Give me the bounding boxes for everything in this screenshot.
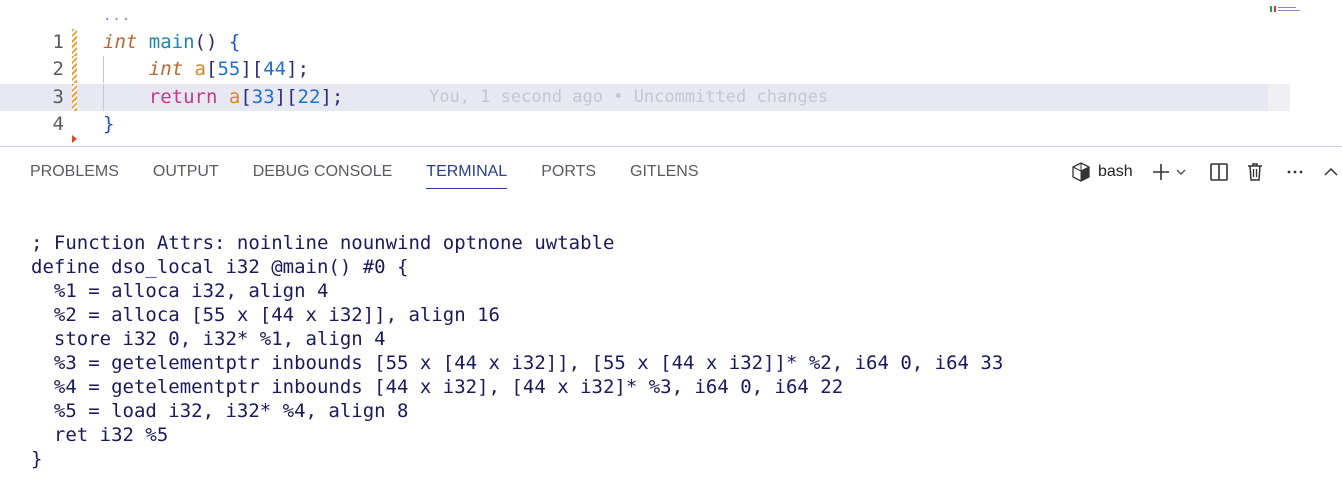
more-actions-button[interactable] bbox=[1285, 162, 1305, 182]
shell-name: bash bbox=[1098, 163, 1133, 180]
code-line[interactable]: 2 int a[55][44]; bbox=[0, 56, 1290, 83]
git-change-marker[interactable] bbox=[72, 84, 77, 111]
code-token: ][ bbox=[274, 86, 298, 108]
code-token: int bbox=[103, 31, 138, 53]
code-token: int bbox=[148, 58, 184, 80]
code-line-text: int a[55][44]; bbox=[103, 56, 309, 83]
code-token: ]; bbox=[286, 58, 310, 80]
terminal-output[interactable]: ; Function Attrs: noinline nounwind optn… bbox=[31, 231, 1003, 471]
minimap-added-mark bbox=[1270, 6, 1272, 12]
code-line[interactable]: 1 int main() { bbox=[0, 29, 1290, 56]
git-change-marker[interactable] bbox=[72, 56, 77, 83]
code-token: ][ bbox=[240, 58, 264, 80]
kill-terminal-button[interactable] bbox=[1245, 162, 1265, 182]
trash-icon bbox=[1245, 162, 1265, 182]
current-line-overview-band bbox=[1268, 84, 1290, 111]
split-terminal-button[interactable] bbox=[1209, 162, 1229, 182]
line-number: 2 bbox=[52, 58, 64, 80]
line-number: 4 bbox=[52, 113, 64, 135]
error-marker-icon[interactable] bbox=[72, 135, 77, 143]
bottom-panel: PROBLEMS OUTPUT DEBUG CONSOLE TERMINAL P… bbox=[0, 147, 1342, 480]
git-change-marker[interactable] bbox=[72, 29, 77, 56]
code-token: [ bbox=[240, 86, 252, 108]
minimap[interactable] bbox=[1268, 6, 1302, 16]
shell-selector-button[interactable]: bash bbox=[1070, 161, 1133, 183]
panel-tabs: PROBLEMS OUTPUT DEBUG CONSOLE TERMINAL P… bbox=[30, 147, 733, 197]
code-token: main bbox=[148, 31, 195, 53]
code-token: ]; bbox=[320, 86, 344, 108]
tab-gitlens[interactable]: GITLENS bbox=[630, 147, 698, 197]
tab-debug-console[interactable]: DEBUG CONSOLE bbox=[253, 147, 393, 197]
tab-terminal[interactable]: TERMINAL bbox=[426, 147, 507, 197]
code-token: 44 bbox=[263, 58, 287, 80]
chevron-up-icon bbox=[1323, 164, 1339, 180]
code-line-text: int main() { bbox=[103, 29, 240, 56]
line-number: 1 bbox=[52, 31, 64, 53]
code-token: return bbox=[148, 86, 218, 108]
terminal-toolbar: bash bbox=[1070, 147, 1339, 197]
chevron-down-icon bbox=[1175, 166, 1187, 178]
code-line[interactable]: 4 } bbox=[0, 111, 1290, 138]
current-code-line[interactable]: 3 return a[33][22]; You, 1 second ago • … bbox=[0, 84, 1290, 111]
code-token: a bbox=[228, 86, 241, 108]
terminal-icon bbox=[1070, 161, 1092, 183]
tab-problems[interactable]: PROBLEMS bbox=[30, 147, 119, 197]
code-token: 55 bbox=[217, 58, 241, 80]
code-editor[interactable]: ... 1 int main() { 2 int a[55][44]; 3 re… bbox=[0, 0, 1342, 146]
minimap-modified-mark bbox=[1274, 6, 1276, 12]
line-number: 3 bbox=[52, 86, 64, 108]
inline-blame-annotation[interactable]: You, 1 second ago • Uncommitted changes bbox=[429, 84, 828, 111]
code-token: 33 bbox=[251, 86, 275, 108]
tab-output[interactable]: OUTPUT bbox=[153, 147, 219, 197]
terminal-profile-dropdown[interactable] bbox=[1175, 166, 1187, 178]
plus-icon bbox=[1151, 162, 1171, 182]
minimap-line bbox=[1278, 10, 1300, 11]
code-line-text: return a[33][22]; bbox=[103, 84, 344, 111]
maximize-panel-button[interactable] bbox=[1323, 164, 1339, 180]
folded-region-ellipsis[interactable]: ... bbox=[103, 8, 131, 24]
code-token: [ bbox=[206, 58, 218, 80]
code-token: () bbox=[194, 31, 218, 53]
minimap-line bbox=[1278, 7, 1296, 8]
new-terminal-button[interactable] bbox=[1151, 162, 1171, 182]
code-token: 22 bbox=[297, 86, 321, 108]
code-token: a bbox=[194, 58, 206, 80]
tab-ports[interactable]: PORTS bbox=[541, 147, 596, 197]
code-token: { bbox=[228, 31, 241, 53]
code-token: } bbox=[103, 113, 115, 135]
code-line-text: } bbox=[103, 111, 114, 138]
ellipsis-icon bbox=[1285, 162, 1305, 182]
split-icon bbox=[1209, 162, 1229, 182]
